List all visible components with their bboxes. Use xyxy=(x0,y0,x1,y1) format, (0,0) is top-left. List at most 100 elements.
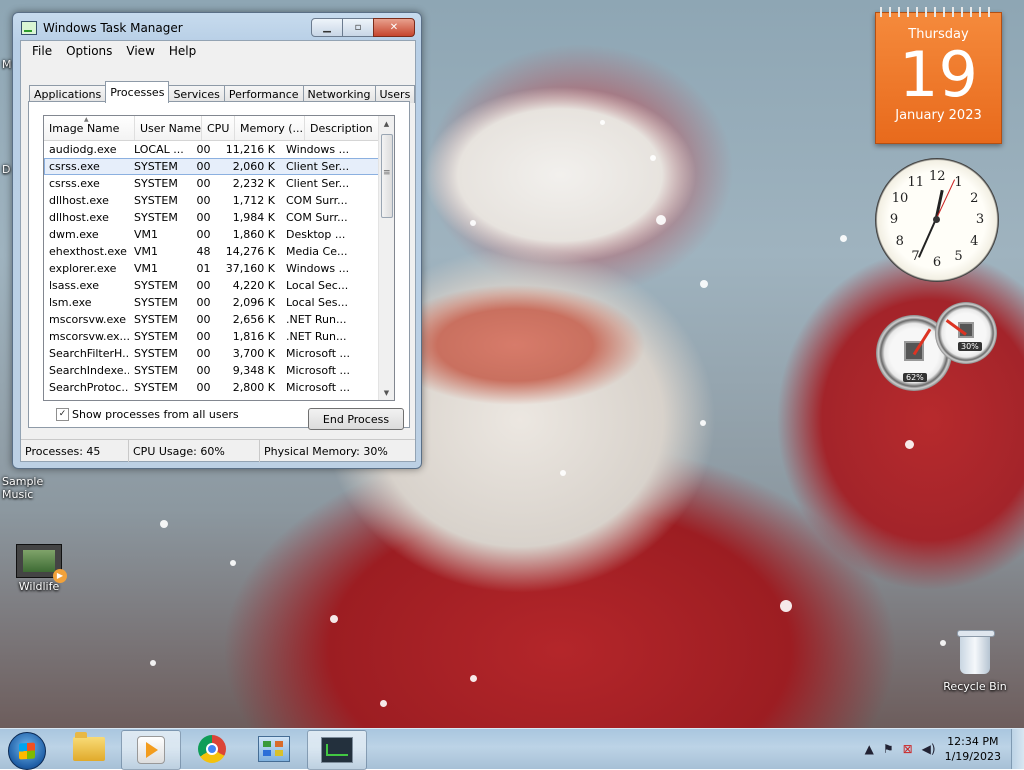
memory-meter-dial[interactable]: 30% xyxy=(935,302,997,364)
task-manager-window[interactable]: Windows Task Manager ▁ ▫ ✕ File Options … xyxy=(12,12,422,469)
table-row[interactable]: ehexthost.exe VM1 48 14,276 K Media Ce... xyxy=(44,243,379,260)
menu-view[interactable]: View xyxy=(119,44,161,58)
cell-description: Client Ser... xyxy=(286,160,349,173)
cell-cpu: 48 xyxy=(196,245,211,258)
cell-image-name: mscorsvw.ex... xyxy=(49,330,129,343)
taskbar-date: 1/19/2023 xyxy=(944,750,1001,763)
column-header-image-name[interactable]: ▲ Image Name xyxy=(44,116,135,140)
cell-image-name: lsass.exe xyxy=(49,279,99,292)
scroll-up-icon[interactable]: ▲ xyxy=(379,116,394,131)
table-row[interactable]: lsass.exe SYSTEM 00 4,220 K Local Sec... xyxy=(44,277,379,294)
table-row[interactable]: lsm.exe SYSTEM 00 2,096 K Local Ses... xyxy=(44,294,379,311)
cell-memory: 2,656 K xyxy=(232,313,275,326)
menu-file[interactable]: File xyxy=(25,44,59,58)
table-row[interactable]: SearchFilterH... SYSTEM 00 3,700 K Microsoft… xyxy=(44,345,379,362)
calendar-day: 19 xyxy=(899,38,978,111)
table-row[interactable]: audiodg.exe LOCAL ... 00 11,216 K Windows ..… xyxy=(44,141,379,158)
cell-description: Desktop ... xyxy=(286,228,346,241)
desktop-icon-recycle-bin[interactable]: Recycle Bin xyxy=(940,630,1010,693)
network-icon[interactable]: ⊠ xyxy=(903,742,913,756)
snowflake xyxy=(470,220,476,226)
snowflake xyxy=(560,470,566,476)
cell-user-name: SYSTEM xyxy=(134,364,178,377)
cell-user-name: SYSTEM xyxy=(134,330,178,343)
window-client: File Options View Help Applications Proc… xyxy=(20,40,416,462)
desktop-icon-sample-music[interactable]: Sample Music xyxy=(2,475,78,501)
taskbar-media-player[interactable] xyxy=(121,730,181,770)
folder-icon xyxy=(73,732,105,761)
cell-image-name: SearchIndexe... xyxy=(49,364,129,377)
menu-options[interactable]: Options xyxy=(59,44,119,58)
scroll-thumb[interactable] xyxy=(381,134,393,218)
snowflake xyxy=(700,420,706,426)
clock-number: 8 xyxy=(895,233,904,249)
desktop-icon-wildlife[interactable]: Wildlife xyxy=(8,544,70,593)
table-row[interactable]: dwm.exe VM1 00 1,860 K Desktop ... xyxy=(44,226,379,243)
show-all-users-checkbox[interactable]: ✓ Show processes from all users xyxy=(56,408,239,421)
process-rows: audiodg.exe LOCAL ... 00 11,216 K Windows ..… xyxy=(44,141,379,396)
clock-number: 11 xyxy=(907,174,925,190)
table-row[interactable]: dllhost.exe SYSTEM 00 1,712 K COM Surr... xyxy=(44,192,379,209)
table-row[interactable]: dllhost.exe SYSTEM 00 1,984 K COM Surr... xyxy=(44,209,379,226)
snowflake xyxy=(160,520,168,528)
show-desktop-button[interactable] xyxy=(1011,729,1024,769)
taskbar-task-manager[interactable] xyxy=(307,730,367,770)
tab-processes[interactable]: Processes xyxy=(105,81,170,103)
calendar-gadget[interactable]: Thursday 19 January 2023 xyxy=(875,7,1002,144)
cell-user-name: VM1 xyxy=(134,245,159,258)
desktop-icon-label-clipped[interactable]: D xyxy=(2,163,10,176)
cell-memory: 1,860 K xyxy=(232,228,275,241)
cell-image-name: lsm.exe xyxy=(49,296,92,309)
snowflake xyxy=(230,560,236,566)
vertical-scrollbar[interactable]: ▲ ▼ xyxy=(378,116,394,400)
table-row[interactable]: SearchProtoc... SYSTEM 00 2,800 K Microsoft … xyxy=(44,379,379,396)
taskbar-chrome[interactable] xyxy=(183,730,241,768)
show-hidden-icons-icon[interactable]: ▲ xyxy=(865,742,874,756)
sort-ascending-icon: ▲ xyxy=(84,116,89,123)
table-row[interactable]: mscorsvw.ex... SYSTEM 00 1,816 K .NET Run... xyxy=(44,328,379,345)
close-icon: ✕ xyxy=(389,22,399,33)
end-process-button[interactable]: End Process xyxy=(308,408,404,430)
cell-description: Microsoft ... xyxy=(286,364,349,377)
column-header-memory[interactable]: Memory (... xyxy=(235,116,305,140)
taskbar-clock[interactable]: 12:34 PM 1/19/2023 xyxy=(945,734,1001,764)
column-header-description[interactable]: Description xyxy=(305,116,379,140)
snowflake xyxy=(656,215,666,225)
column-header-user-name[interactable]: User Name xyxy=(135,116,202,140)
taskbar-explorer[interactable] xyxy=(60,730,118,768)
volume-icon[interactable]: ◀) xyxy=(922,742,936,756)
cell-description: Client Ser... xyxy=(286,177,349,190)
desktop-icon-label-clipped[interactable]: M xyxy=(2,58,12,71)
start-button[interactable] xyxy=(8,732,46,770)
table-row[interactable]: SearchIndexe... SYSTEM 00 9,348 K Microsoft … xyxy=(44,362,379,379)
table-row[interactable]: csrss.exe SYSTEM 00 2,060 K Client Ser... xyxy=(44,158,379,175)
cell-memory: 37,160 K xyxy=(225,262,275,275)
snowflake xyxy=(330,615,338,623)
table-row[interactable]: explorer.exe VM1 01 37,160 K Windows ... xyxy=(44,260,379,277)
close-button[interactable]: ✕ xyxy=(373,18,415,37)
clock-number: 12 xyxy=(929,169,946,184)
cell-image-name: mscorsvw.exe xyxy=(49,313,126,326)
cell-user-name: LOCAL ... xyxy=(134,143,184,156)
title-bar[interactable]: Windows Task Manager xyxy=(21,19,183,37)
table-row[interactable]: csrss.exe SYSTEM 00 2,232 K Client Ser... xyxy=(44,175,379,192)
taskbar-control-panel[interactable] xyxy=(245,730,303,768)
maximize-button[interactable]: ▫ xyxy=(342,18,374,37)
snowflake xyxy=(380,700,387,707)
minimize-button[interactable]: ▁ xyxy=(311,18,343,37)
menu-help[interactable]: Help xyxy=(162,44,203,58)
cell-memory: 3,700 K xyxy=(232,347,275,360)
process-list[interactable]: ▲ Image Name User Name CPU Memory (... De… xyxy=(43,115,395,401)
scroll-down-icon[interactable]: ▼ xyxy=(379,385,394,400)
cell-user-name: VM1 xyxy=(134,228,159,241)
snowflake xyxy=(905,440,914,449)
clock-gadget[interactable]: 12 1 2 3 4 5 6 7 8 9 10 11 xyxy=(875,158,999,282)
chrome-icon xyxy=(198,735,226,763)
checkbox-checked-icon[interactable]: ✓ xyxy=(56,408,69,421)
action-center-icon[interactable]: ⚑ xyxy=(883,742,894,756)
column-header-cpu[interactable]: CPU xyxy=(202,116,235,140)
status-physical-memory: Physical Memory: 30% xyxy=(264,444,388,458)
cell-cpu: 00 xyxy=(196,313,211,326)
table-row[interactable]: mscorsvw.exe SYSTEM 00 2,656 K .NET Run... xyxy=(44,311,379,328)
cell-description: Local Sec... xyxy=(286,279,349,292)
